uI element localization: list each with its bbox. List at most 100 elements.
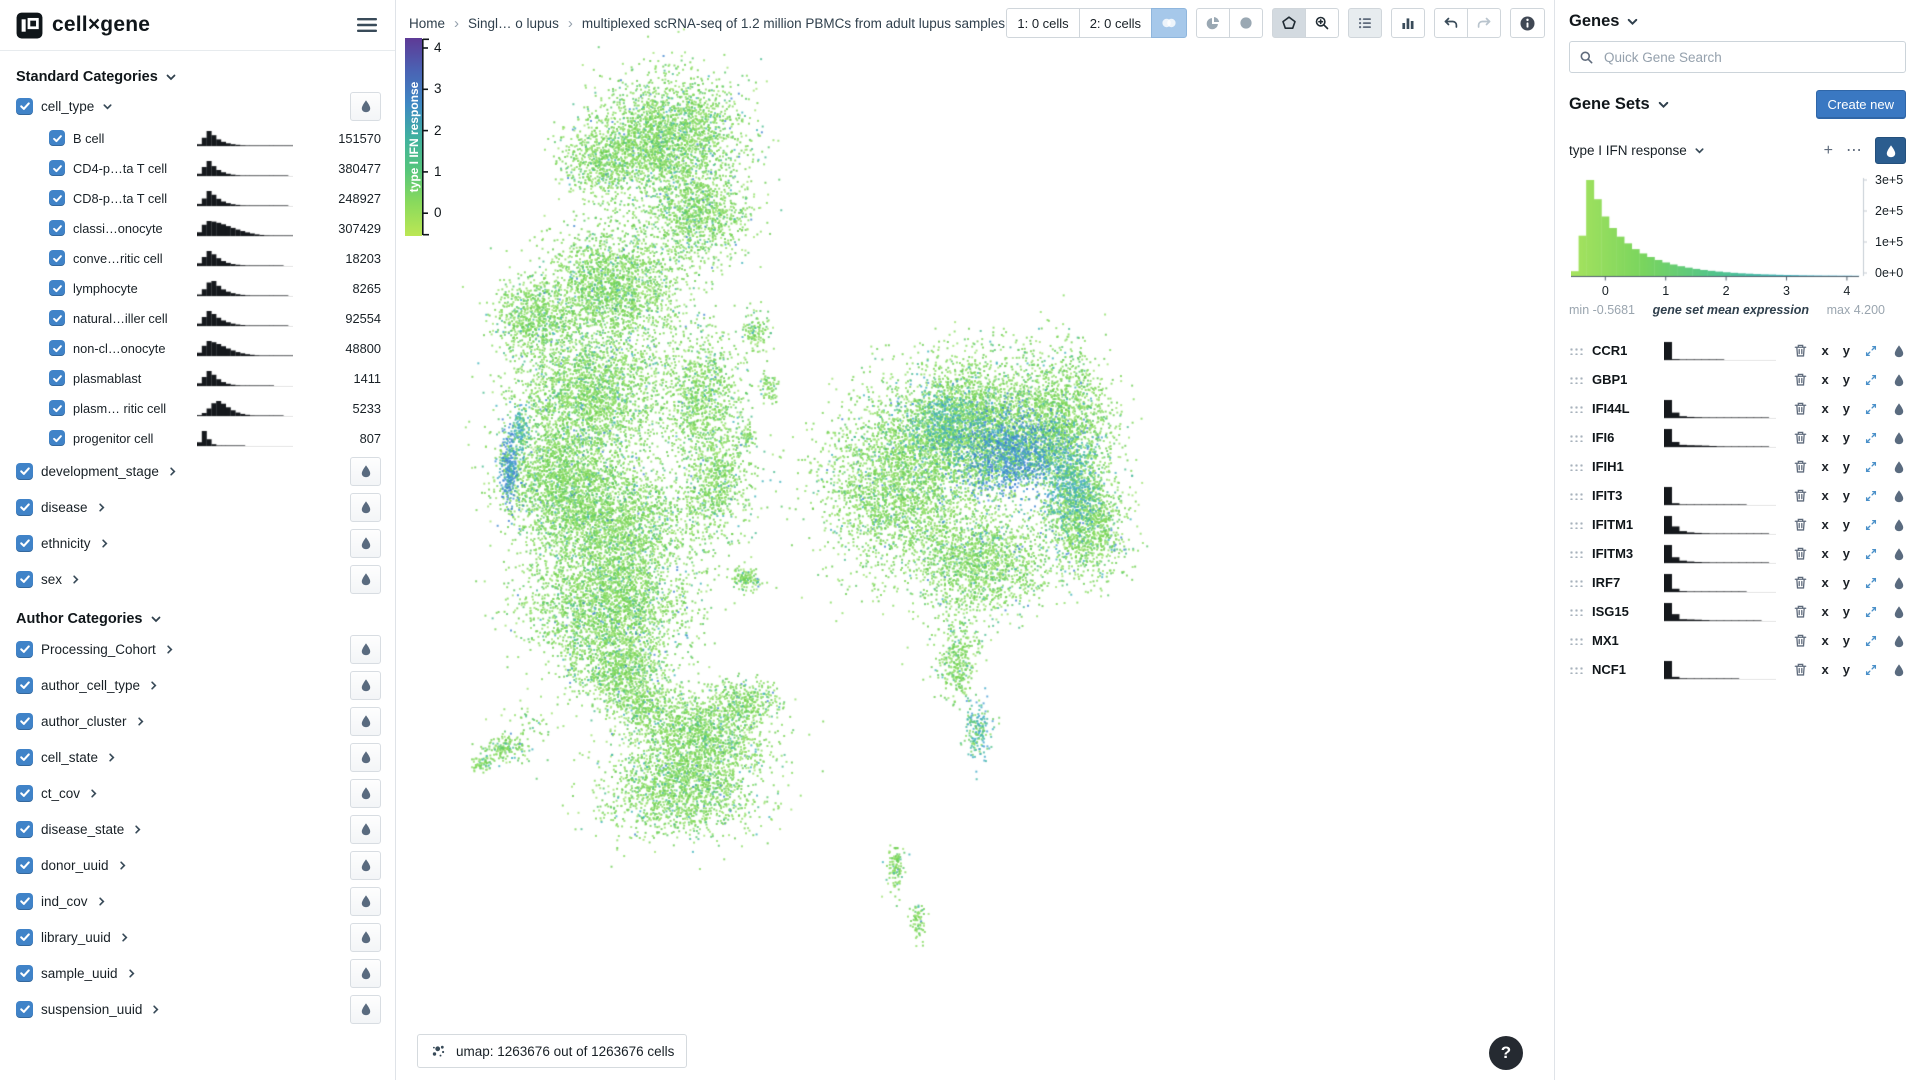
color-by-category-button[interactable] bbox=[350, 707, 381, 736]
plot-on-y-button[interactable]: y bbox=[1843, 431, 1850, 444]
plot-on-y-button[interactable]: y bbox=[1843, 605, 1850, 618]
color-by-category-button[interactable] bbox=[350, 529, 381, 558]
gene-name[interactable]: ISG15 bbox=[1592, 604, 1656, 619]
category-row[interactable]: ethnicity bbox=[16, 525, 381, 561]
delete-gene-button[interactable] bbox=[1793, 633, 1808, 648]
category-row[interactable]: sample_uuid bbox=[16, 955, 381, 991]
category-checkbox[interactable] bbox=[16, 929, 33, 946]
gene-row[interactable]: CCR1 x y bbox=[1569, 336, 1906, 365]
cell-type-checkbox[interactable] bbox=[16, 98, 33, 115]
subset-to-selection-button[interactable] bbox=[1196, 8, 1230, 38]
cell-type-value-row[interactable]: plasmablast 1411 bbox=[16, 363, 381, 393]
gene-search-input[interactable] bbox=[1602, 49, 1896, 66]
color-by-gene-button[interactable] bbox=[1892, 605, 1906, 619]
gene-row[interactable]: NCF1 x y bbox=[1569, 655, 1906, 684]
expand-gene-button[interactable] bbox=[1864, 576, 1878, 590]
category-row[interactable]: cell_state bbox=[16, 739, 381, 775]
category-checkbox[interactable] bbox=[16, 499, 33, 516]
gene-sets-header[interactable]: Gene Sets Create new bbox=[1569, 90, 1906, 119]
subset-2-button[interactable]: 2: 0 cells bbox=[1079, 8, 1152, 38]
plot-on-x-button[interactable]: x bbox=[1822, 489, 1829, 502]
value-checkbox[interactable] bbox=[49, 430, 65, 446]
color-by-category-button[interactable] bbox=[350, 493, 381, 522]
gene-row[interactable]: MX1 x y bbox=[1569, 626, 1906, 655]
cell-type-value-row[interactable]: CD4-p…ta T cell 380477 bbox=[16, 153, 381, 183]
category-checkbox[interactable] bbox=[16, 749, 33, 766]
color-by-category-button[interactable] bbox=[350, 815, 381, 844]
plot-on-y-button[interactable]: y bbox=[1843, 344, 1850, 357]
cell-type-value-row[interactable]: plasm… ritic cell 5233 bbox=[16, 393, 381, 423]
cell-type-value-row[interactable]: conve…ritic cell 18203 bbox=[16, 243, 381, 273]
standard-categories-header[interactable]: Standard Categories bbox=[16, 69, 381, 85]
cell-type-value-row[interactable]: classi…onocyte 307429 bbox=[16, 213, 381, 243]
color-by-category-button[interactable] bbox=[350, 851, 381, 880]
category-checkbox[interactable] bbox=[16, 713, 33, 730]
category-row[interactable]: donor_uuid bbox=[16, 847, 381, 883]
expand-gene-button[interactable] bbox=[1864, 489, 1878, 503]
color-by-gene-button[interactable] bbox=[1892, 373, 1906, 387]
color-by-category-button[interactable] bbox=[350, 743, 381, 772]
gene-row[interactable]: IFITM3 x y bbox=[1569, 539, 1906, 568]
category-checkbox[interactable] bbox=[16, 641, 33, 658]
category-checkbox[interactable] bbox=[16, 571, 33, 588]
help-button[interactable]: ? bbox=[1489, 1036, 1523, 1070]
color-by-category-button[interactable] bbox=[350, 635, 381, 664]
plot-on-y-button[interactable]: y bbox=[1843, 373, 1850, 386]
menu-button[interactable] bbox=[355, 15, 379, 35]
color-by-category-button[interactable] bbox=[350, 923, 381, 952]
expand-gene-button[interactable] bbox=[1864, 518, 1878, 532]
value-checkbox[interactable] bbox=[49, 250, 65, 266]
plot-on-x-button[interactable]: x bbox=[1822, 373, 1829, 386]
drag-handle-icon[interactable] bbox=[1569, 608, 1584, 616]
gene-row[interactable]: IRF7 x y bbox=[1569, 568, 1906, 597]
genes-header[interactable]: Genes bbox=[1569, 12, 1906, 31]
differential-expression-button[interactable] bbox=[1391, 8, 1425, 38]
gene-name[interactable]: IFI44L bbox=[1592, 401, 1656, 416]
dataset-info-button[interactable] bbox=[1510, 8, 1545, 38]
category-checkbox[interactable] bbox=[16, 857, 33, 874]
color-by-category-button[interactable] bbox=[350, 779, 381, 808]
drag-handle-icon[interactable] bbox=[1569, 579, 1584, 587]
category-row[interactable]: library_uuid bbox=[16, 919, 381, 955]
category-checkbox[interactable] bbox=[16, 821, 33, 838]
drag-handle-icon[interactable] bbox=[1569, 463, 1584, 471]
delete-gene-button[interactable] bbox=[1793, 662, 1808, 677]
category-checkbox[interactable] bbox=[16, 1001, 33, 1018]
color-by-category-button[interactable] bbox=[350, 457, 381, 486]
value-checkbox[interactable] bbox=[49, 340, 65, 356]
gene-set-menu-button[interactable]: ⋯ bbox=[1846, 143, 1862, 159]
delete-gene-button[interactable] bbox=[1793, 575, 1808, 590]
value-checkbox[interactable] bbox=[49, 130, 65, 146]
category-row[interactable]: author_cell_type bbox=[16, 667, 381, 703]
color-by-category-button[interactable] bbox=[350, 995, 381, 1024]
subset-overlap-button[interactable] bbox=[1151, 8, 1187, 38]
plot-on-x-button[interactable]: x bbox=[1822, 663, 1829, 676]
umap-scatterplot[interactable] bbox=[397, 0, 1553, 1080]
category-checkbox[interactable] bbox=[16, 965, 33, 982]
value-checkbox[interactable] bbox=[49, 310, 65, 326]
color-by-gene-button[interactable] bbox=[1892, 460, 1906, 474]
delete-gene-button[interactable] bbox=[1793, 430, 1808, 445]
color-by-gene-button[interactable] bbox=[1892, 402, 1906, 416]
category-row[interactable]: suspension_uuid bbox=[16, 991, 381, 1027]
category-checkbox[interactable] bbox=[16, 785, 33, 802]
redo-button[interactable] bbox=[1467, 8, 1501, 38]
category-row[interactable]: Processing_Cohort bbox=[16, 631, 381, 667]
gene-row[interactable]: IFIH1 x y bbox=[1569, 452, 1906, 481]
drag-handle-icon[interactable] bbox=[1569, 347, 1584, 355]
breadcrumb-item[interactable]: Singl… o lupus bbox=[445, 15, 559, 32]
cell-type-value-row[interactable]: CD8-p…ta T cell 248927 bbox=[16, 183, 381, 213]
plot-on-x-button[interactable]: x bbox=[1822, 402, 1829, 415]
gene-row[interactable]: IFIT3 x y bbox=[1569, 481, 1906, 510]
expand-gene-button[interactable] bbox=[1864, 605, 1878, 619]
breadcrumb-item[interactable]: Home bbox=[409, 16, 445, 31]
category-row[interactable]: disease bbox=[16, 489, 381, 525]
zoom-pan-button[interactable] bbox=[1305, 8, 1339, 38]
gene-search-box[interactable] bbox=[1569, 41, 1906, 73]
gene-row[interactable]: ISG15 x y bbox=[1569, 597, 1906, 626]
breadcrumb-item[interactable]: multiplexed scRNA-seq of 1.2 million PBM… bbox=[559, 15, 1005, 32]
color-by-cell-type-button[interactable] bbox=[350, 92, 381, 121]
value-checkbox[interactable] bbox=[49, 190, 65, 206]
drag-handle-icon[interactable] bbox=[1569, 376, 1584, 384]
category-cell-type[interactable]: cell_type bbox=[16, 89, 381, 123]
